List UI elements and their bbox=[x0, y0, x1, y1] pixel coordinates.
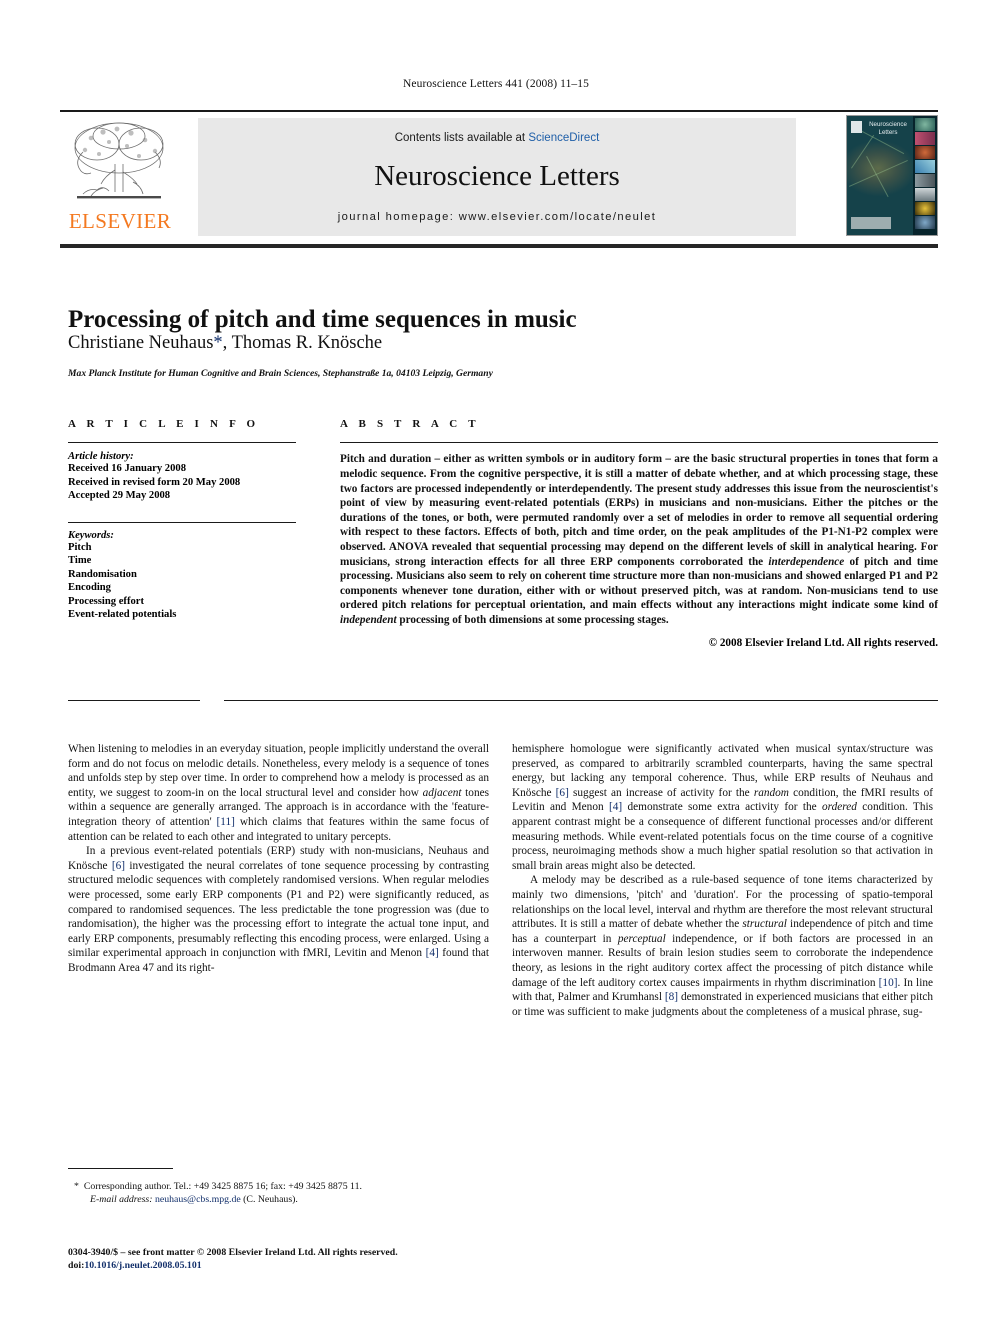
cover-cell-orange-icon bbox=[915, 146, 935, 159]
article-info-rule bbox=[68, 442, 296, 444]
corresponding-author-note: * Corresponding author. Tel.: +49 3425 8… bbox=[68, 1180, 489, 1193]
paper-page: Neuroscience Letters 441 (2008) 11–15 EL… bbox=[0, 0, 992, 1323]
abstract-text: Pitch and duration – either as written s… bbox=[340, 452, 938, 627]
body-rule-right bbox=[224, 700, 938, 702]
cover-cell-yellow-icon bbox=[915, 202, 935, 215]
running-head: Neuroscience Letters 441 (2008) 11–15 bbox=[403, 78, 589, 90]
cover-cell-pink-icon bbox=[915, 132, 935, 145]
masthead-bottom-rule bbox=[60, 244, 938, 248]
tree-illustration-icon bbox=[74, 122, 164, 199]
citation-link[interactable]: [4] bbox=[609, 801, 622, 813]
abstract-part-3: processing of both dimensions at some pr… bbox=[396, 613, 669, 626]
citation-link[interactable]: [6] bbox=[556, 787, 569, 799]
body-rule-left bbox=[68, 700, 200, 702]
body-column-right: hemisphere homologue were significantly … bbox=[512, 742, 933, 1019]
cover-journal-title: Neuroscience Letters bbox=[869, 121, 907, 136]
history-accepted: Accepted 29 May 2008 bbox=[68, 490, 171, 502]
contents-list-line: Contents lists available at ScienceDirec… bbox=[198, 132, 796, 144]
journal-title: Neuroscience Letters bbox=[374, 160, 620, 192]
author-secondary: , Thomas R. Knösche bbox=[222, 333, 383, 353]
doi-line: doi:10.1016/j.neulet.2008.05.101 bbox=[68, 1259, 538, 1272]
citation-link[interactable]: [11] bbox=[217, 816, 235, 828]
body-paragraph: When listening to melodies in an everyda… bbox=[68, 742, 489, 844]
history-revised: Received in revised form 20 May 2008 bbox=[68, 476, 241, 488]
text-run: investigated the neural correlates of to… bbox=[68, 859, 490, 960]
author-primary: Christiane Neuhaus bbox=[68, 333, 214, 353]
text-run: demonstrate some extra activity for the bbox=[622, 801, 823, 814]
email-label: E-mail address: bbox=[90, 1194, 153, 1205]
cover-cell-blue-icon bbox=[915, 160, 935, 173]
keywords-label: Keywords: bbox=[68, 530, 114, 541]
abstract-rule bbox=[340, 442, 938, 444]
article-info-column: A R T I C L E I N F O Article history: R… bbox=[68, 418, 296, 621]
keyword-item: Encoding bbox=[68, 582, 111, 594]
keyword-item: Pitch bbox=[68, 542, 92, 553]
footnote-text: Corresponding author. Tel.: +49 3425 887… bbox=[83, 1181, 362, 1192]
keyword-list: Pitch Time Randomisation Encoding Proces… bbox=[68, 541, 296, 621]
keyword-item: Processing effort bbox=[68, 595, 144, 607]
abstract-heading: A B S T R A C T bbox=[340, 418, 480, 430]
citation-link[interactable]: [10] bbox=[879, 977, 898, 989]
body-column-left: When listening to melodies in an everyda… bbox=[68, 742, 489, 976]
body-paragraph: In a previous event-related potentials (… bbox=[68, 844, 489, 975]
article-info-heading: A R T I C L E I N F O bbox=[68, 418, 260, 430]
doi-label: doi: bbox=[68, 1260, 85, 1271]
email-link[interactable]: neuhaus@cbs.mpg.de bbox=[155, 1194, 241, 1205]
citation-link[interactable]: [8] bbox=[665, 991, 678, 1003]
affiliation: Max Planck Institute for Human Cognitive… bbox=[68, 368, 493, 379]
email-owner: (C. Neuhaus). bbox=[243, 1194, 298, 1205]
journal-cover-thumbnail: Neuroscience Letters bbox=[846, 115, 938, 236]
journal-homepage-link[interactable]: journal homepage: www.elsevier.com/locat… bbox=[198, 211, 796, 223]
corresponding-author-marker: * bbox=[213, 333, 223, 353]
article-history-label: Article history: bbox=[68, 451, 134, 463]
text-italic: adjacent bbox=[422, 786, 462, 799]
email-note: E-mail address: neuhaus@cbs.mpg.de (C. N… bbox=[68, 1193, 489, 1206]
body-paragraph: A melody may be described as a rule-base… bbox=[512, 873, 933, 1019]
cover-neuron-image: Neuroscience Letters bbox=[847, 116, 915, 235]
issn-copyright-line: 0304-3940/$ – see front matter © 2008 El… bbox=[68, 1247, 398, 1258]
author-list: Christiane Neuhaus*, Thomas R. Knösche bbox=[68, 333, 768, 354]
cover-cell-gray-icon bbox=[915, 174, 935, 187]
cover-cell-teal-icon bbox=[915, 216, 935, 229]
keywords-rule bbox=[68, 521, 296, 523]
footnote-block: * Corresponding author. Tel.: +49 3425 8… bbox=[68, 1180, 489, 1206]
contents-prefix: Contents lists available at bbox=[394, 132, 529, 144]
cover-cell-brain-icon bbox=[915, 118, 935, 131]
body-paragraph: hemisphere homologue were significantly … bbox=[512, 742, 933, 873]
sciencedirect-link[interactable]: ScienceDirect bbox=[528, 132, 599, 144]
text-run: suggest an increase of activity for the bbox=[568, 786, 754, 799]
cover-image-strip bbox=[913, 116, 937, 235]
cover-publisher-logo-icon bbox=[851, 121, 862, 133]
elsevier-logo: ELSEVIER bbox=[63, 118, 181, 236]
journal-masthead: ELSEVIER Contents lists available at Sci… bbox=[60, 110, 938, 236]
imprint-block: 0304-3940/$ – see front matter © 2008 El… bbox=[68, 1246, 538, 1272]
keyword-item: Randomisation bbox=[68, 568, 137, 580]
elsevier-tree-icon bbox=[63, 118, 175, 206]
keyword-item: Time bbox=[68, 555, 92, 567]
text-italic: ordered bbox=[822, 801, 857, 814]
cover-cell-light-icon bbox=[915, 188, 935, 201]
citation-link[interactable]: [4] bbox=[426, 947, 439, 959]
footnote-rule bbox=[68, 1168, 173, 1170]
abstract-italic-1: interdependence bbox=[768, 555, 845, 568]
citation-link[interactable]: [6] bbox=[112, 860, 125, 872]
text-italic: perceptual bbox=[617, 932, 666, 945]
abstract-column: A B S T R A C T Pitch and duration – eit… bbox=[340, 418, 938, 649]
history-received: Received 16 January 2008 bbox=[68, 463, 186, 475]
cover-label-bar bbox=[851, 217, 891, 229]
abstract-italic-2: independent bbox=[340, 613, 397, 626]
elsevier-wordmark: ELSEVIER bbox=[68, 209, 172, 233]
footnote-marker: * bbox=[74, 1181, 79, 1192]
text-italic: random bbox=[753, 786, 789, 799]
masthead-top-rule bbox=[60, 110, 938, 112]
doi-link[interactable]: 10.1016/j.neulet.2008.05.101 bbox=[84, 1260, 201, 1271]
text-italic: structural bbox=[742, 918, 787, 931]
abstract-part-1: Pitch and duration – either as written s… bbox=[340, 453, 938, 568]
keyword-item: Event-related potentials bbox=[68, 609, 177, 621]
page-title: Processing of pitch and time sequences i… bbox=[68, 305, 577, 333]
journal-banner: Contents lists available at ScienceDirec… bbox=[198, 118, 796, 236]
abstract-copyright: © 2008 Elsevier Ireland Ltd. All rights … bbox=[708, 636, 938, 649]
